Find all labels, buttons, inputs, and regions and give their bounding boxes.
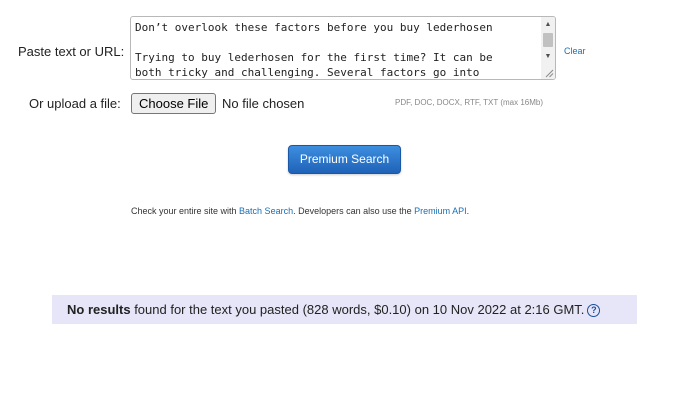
textarea-line: Trying to buy lederhosen for the first t… [135,51,493,64]
text-input-area[interactable]: Don’t overlook these factors before you … [130,16,556,80]
choose-file-button[interactable]: Choose File [131,93,217,114]
scroll-up-arrow-icon[interactable]: ▲ [541,19,555,31]
search-page: Paste text or URL: Don’t overlook these … [0,0,688,404]
paste-text-label: Paste text or URL: [18,44,125,59]
result-status: No results [67,302,131,317]
result-banner: No results found for the text you pasted… [52,295,637,324]
info-middle: . Developers can also use the [293,206,415,216]
premium-api-link[interactable]: Premium API [414,206,467,216]
question-circle-icon[interactable]: ? [587,304,601,317]
scrollbar-thumb[interactable] [543,33,553,47]
clear-link[interactable]: Clear [564,46,586,56]
textarea-line: Don’t overlook these factors before you … [135,21,493,34]
batch-search-link[interactable]: Batch Search [239,206,293,216]
file-status-text: No file chosen [222,96,305,111]
file-format-hint: PDF, DOC, DOCX, RTF, TXT (max 16Mb) [395,98,544,107]
info-prefix: Check your entire site with [131,206,240,216]
textarea-line [135,35,535,50]
scroll-down-arrow-icon[interactable]: ▼ [541,51,555,63]
info-suffix: . [466,206,470,216]
textarea-line: both tricky and challenging. Several fac… [135,66,480,79]
resize-grip-icon[interactable] [545,69,554,78]
textarea-content[interactable]: Don’t overlook these factors before you … [135,20,535,79]
premium-search-button[interactable]: Premium Search [288,145,401,174]
result-details: found for the text you pasted (828 words… [130,302,585,317]
info-text: Check your entire site with Batch Search… [131,206,469,216]
result-message: No results found for the text you pasted… [67,302,601,317]
upload-file-label: Or upload a file: [29,96,121,111]
